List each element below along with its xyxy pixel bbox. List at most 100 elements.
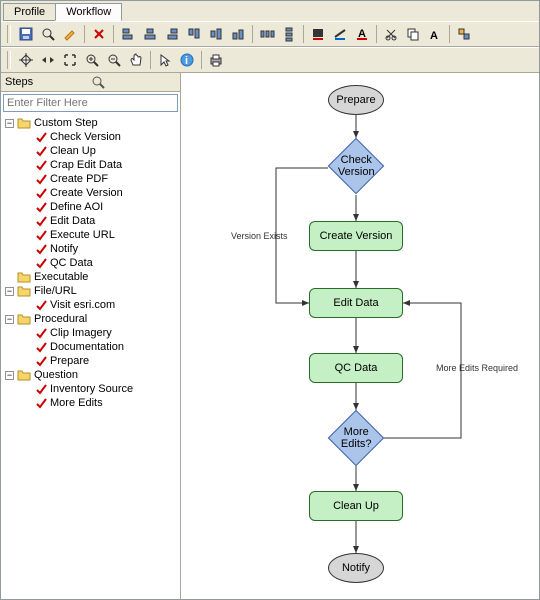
line-color-icon[interactable] [330, 24, 350, 44]
expand-toggle[interactable] [5, 273, 14, 282]
node-qc-data[interactable]: QC Data [309, 353, 403, 383]
toolbar-handle[interactable] [7, 51, 11, 69]
tree-item-label: Inventory Source [50, 383, 133, 395]
node-clean-up[interactable]: Clean Up [309, 491, 403, 521]
tree-folder[interactable]: −Custom Step [5, 116, 180, 130]
tree-item[interactable]: Execute URL [5, 228, 180, 242]
separator [252, 25, 253, 43]
expand-toggle[interactable]: − [5, 119, 14, 128]
folder-label: File/URL [34, 285, 77, 297]
tree-item[interactable]: Clean Up [5, 144, 180, 158]
align-center-h-icon[interactable] [140, 24, 160, 44]
tree-folder[interactable]: − Procedural [5, 312, 180, 326]
tree-folder[interactable]: − Question [5, 368, 180, 382]
tree-item[interactable]: More Edits [5, 396, 180, 410]
expand-toggle[interactable]: − [5, 315, 14, 324]
tree-item[interactable]: Define AOI [5, 200, 180, 214]
tree-folder[interactable]: − File/URL [5, 284, 180, 298]
tree-item[interactable]: Notify [5, 242, 180, 256]
toolbar-handle[interactable] [7, 25, 11, 43]
edit-icon[interactable] [60, 24, 80, 44]
expand-toggle[interactable]: − [5, 287, 14, 296]
folder-icon [17, 369, 31, 381]
check-icon [35, 383, 47, 395]
check-icon [35, 257, 47, 269]
tab-workflow[interactable]: Workflow [55, 3, 122, 21]
svg-text:A: A [430, 30, 438, 42]
copy-icon[interactable] [403, 24, 423, 44]
align-bottom-icon[interactable] [228, 24, 248, 44]
tree-folder[interactable]: Executable [5, 270, 180, 284]
check-icon [35, 187, 47, 199]
separator [303, 25, 304, 43]
search-icon[interactable] [38, 24, 58, 44]
tree-item[interactable]: Create Version [5, 186, 180, 200]
distribute-h-icon[interactable] [257, 24, 277, 44]
zoom-extent-icon[interactable] [16, 50, 36, 70]
group-icon[interactable] [454, 24, 474, 44]
text-color-icon[interactable]: A [352, 24, 372, 44]
folder-label: Procedural [34, 313, 87, 325]
fit-width-icon[interactable] [38, 50, 58, 70]
align-left-icon[interactable] [118, 24, 138, 44]
node-edit-data[interactable]: Edit Data [309, 288, 403, 318]
delete-icon[interactable] [89, 24, 109, 44]
tree-item[interactable]: Documentation [5, 340, 180, 354]
zoom-out-icon[interactable] [104, 50, 124, 70]
check-icon [35, 355, 47, 367]
tree-item[interactable]: Create PDF [5, 172, 180, 186]
pointer-icon[interactable] [155, 50, 175, 70]
tree-item-label: Crap Edit Data [50, 159, 122, 171]
sidebar-header: Steps [1, 73, 180, 92]
node-prepare[interactable]: Prepare [328, 85, 384, 115]
folder-icon [17, 313, 31, 325]
fill-color-icon[interactable] [308, 24, 328, 44]
expand-toggle[interactable]: − [5, 371, 14, 380]
tree-item[interactable]: Edit Data [5, 214, 180, 228]
distribute-v-icon[interactable] [279, 24, 299, 44]
align-center-v-icon[interactable] [206, 24, 226, 44]
tree-item-label: Notify [50, 243, 78, 255]
tree-item[interactable]: QC Data [5, 256, 180, 270]
tree-item-label: Visit esri.com [50, 299, 115, 311]
tree-item-label: Check Version [50, 131, 121, 143]
save-icon[interactable] [16, 24, 36, 44]
edge-label-version-exists: Version Exists [231, 231, 288, 241]
align-right-icon[interactable] [162, 24, 182, 44]
check-icon [35, 397, 47, 409]
filter-input[interactable] [3, 94, 178, 112]
print-icon[interactable] [206, 50, 226, 70]
text-icon[interactable]: A [425, 24, 445, 44]
info-icon[interactable]: i [177, 50, 197, 70]
tree-item[interactable]: Inventory Source [5, 382, 180, 396]
folder-icon [17, 271, 31, 283]
align-top-icon[interactable] [184, 24, 204, 44]
zoom-in-icon[interactable] [82, 50, 102, 70]
fullscreen-icon[interactable] [60, 50, 80, 70]
tree-item[interactable]: Check Version [5, 130, 180, 144]
svg-text:i: i [185, 55, 188, 67]
node-create-version[interactable]: Create Version [309, 221, 403, 251]
sidebar: Steps −Custom StepCheck VersionClean UpC… [1, 73, 181, 599]
tree-item-label: Execute URL [50, 229, 115, 241]
tab-profile[interactable]: Profile [3, 3, 56, 21]
tree-item-label: QC Data [50, 257, 93, 269]
tree-item[interactable]: Visit esri.com [5, 298, 180, 312]
toolbar-main: A A [1, 21, 539, 47]
pan-icon[interactable] [126, 50, 146, 70]
tree-item[interactable]: Prepare [5, 354, 180, 368]
folder-icon [17, 285, 31, 297]
tab-bar: Profile Workflow [1, 1, 539, 21]
node-notify[interactable]: Notify [328, 553, 384, 583]
tree-item-label: Prepare [50, 355, 89, 367]
separator [376, 25, 377, 43]
cut-icon[interactable] [381, 24, 401, 44]
canvas[interactable]: Prepare Check Version Create Version Edi… [181, 73, 539, 599]
tree-item[interactable]: Clip Imagery [5, 326, 180, 340]
body: Steps −Custom StepCheck VersionClean UpC… [1, 73, 539, 599]
tree-item-label: Define AOI [50, 201, 103, 213]
tree-item[interactable]: Crap Edit Data [5, 158, 180, 172]
folder-label: Question [34, 369, 78, 381]
search-icon[interactable] [91, 75, 177, 89]
separator [113, 25, 114, 43]
